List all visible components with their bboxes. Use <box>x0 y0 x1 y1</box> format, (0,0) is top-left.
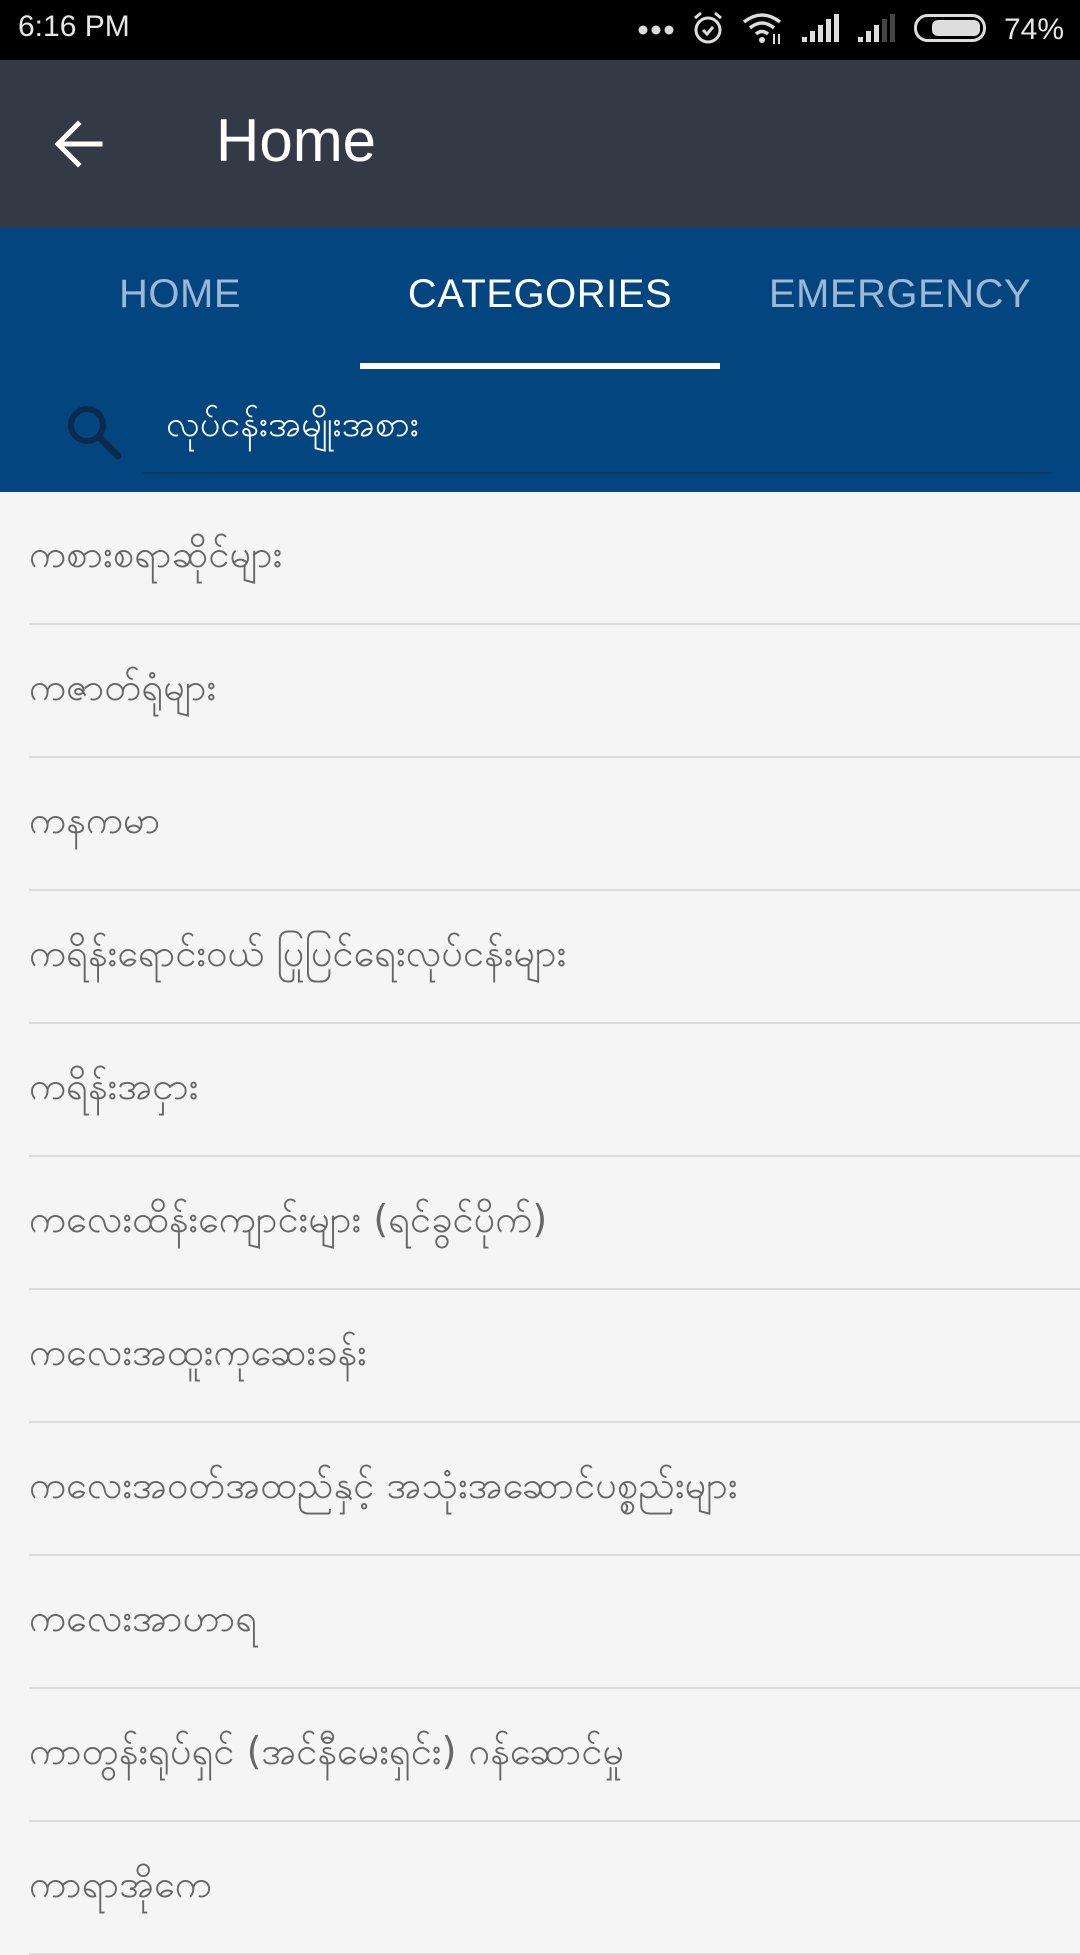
battery-icon <box>913 14 986 46</box>
tab-emergency[interactable]: EMERGENCY <box>720 228 1080 372</box>
tab-label: EMERGENCY <box>768 272 1032 316</box>
back-button[interactable] <box>50 114 110 174</box>
category-label: ကနကမာ <box>29 797 161 842</box>
signal-weak-icon <box>857 14 896 46</box>
category-label: ကလေးအဝတ်အထည်နှင့် အသုံးအဆောင်ပစ္စည်းများ <box>29 1462 738 1507</box>
tab-categories[interactable]: CATEGORIES <box>360 228 720 372</box>
tab-bar: HOME CATEGORIES EMERGENCY <box>0 228 1080 372</box>
status-time: 6:16 PM <box>18 10 130 43</box>
list-item[interactable]: ကလေးအဝတ်အထည်နှင့် အသုံးအဆောင်ပစ္စည်းများ <box>29 1423 1080 1556</box>
category-label: ကလေးအာဟာရ <box>29 1595 258 1640</box>
alarm-icon <box>692 11 724 49</box>
battery-percent: 74% <box>1003 13 1064 46</box>
status-icons: 74% <box>638 8 1064 52</box>
category-label: ကာတွန်းရုပ်ရှင် (အင်နီမေးရှင်း) ဂန်ဆောင်… <box>29 1728 625 1773</box>
category-label: ကလေးအထူးကုဆေးခန်း <box>29 1329 367 1374</box>
wifi-icon <box>742 12 784 48</box>
search-icon <box>64 402 124 462</box>
tab-label: HOME <box>119 272 241 316</box>
tab-label: CATEGORIES <box>407 272 673 316</box>
list-item[interactable]: ကလေးအထူးကုဆေးခန်း <box>29 1290 1080 1423</box>
app-toolbar: Home <box>0 60 1080 228</box>
list-item[interactable]: ကရိန်းရောင်းဝယ် ပြုပြင်ရေးလုပ်ငန်းများ <box>29 891 1080 1024</box>
list-item[interactable]: ကာရာအိုကေ <box>29 1822 1080 1955</box>
category-label: ကလေးထိန်းကျောင်းများ (ရင်ခွင်ပိုက်) <box>29 1196 548 1241</box>
page-title: Home <box>216 107 377 174</box>
search-input[interactable] <box>142 382 1052 474</box>
list-item[interactable]: ကနကမာ <box>29 758 1080 891</box>
tab-indicator <box>360 363 720 369</box>
category-label: ကရိန်းအငှား <box>29 1063 199 1108</box>
category-label: ကရိန်းရောင်းဝယ် ပြုပြင်ရေးလုပ်ငန်းများ <box>29 930 567 975</box>
arrow-left-icon <box>54 120 103 168</box>
category-list: ကစားစရာဆိုင်များ ကဇာတ်ရုံများ ကနကမာ ကရိန… <box>0 492 1080 1955</box>
tab-home[interactable]: HOME <box>0 228 360 372</box>
list-item[interactable]: ကရိန်းအငှား <box>29 1024 1080 1157</box>
list-item[interactable]: ကစားစရာဆိုင်များ <box>29 492 1080 625</box>
category-label: ကစားစရာဆိုင်များ <box>29 531 283 576</box>
category-label: ကဇာတ်ရုံများ <box>29 664 217 709</box>
more-dots-icon <box>638 21 674 40</box>
list-item[interactable]: ကဇာတ်ရုံများ <box>29 625 1080 758</box>
signal-icon <box>801 14 840 46</box>
list-item[interactable]: ကာတွန်းရုပ်ရှင် (အင်နီမေးရှင်း) ဂန်ဆောင်… <box>29 1689 1080 1822</box>
category-label: ကာရာအိုကေ <box>29 1861 212 1906</box>
list-item[interactable]: ကလေးအာဟာရ <box>29 1556 1080 1689</box>
status-bar: 6:16 PM 74% <box>0 0 1080 60</box>
search-bar <box>0 372 1080 492</box>
list-item[interactable]: ကလေးထိန်းကျောင်းများ (ရင်ခွင်ပိုက်) <box>29 1157 1080 1290</box>
